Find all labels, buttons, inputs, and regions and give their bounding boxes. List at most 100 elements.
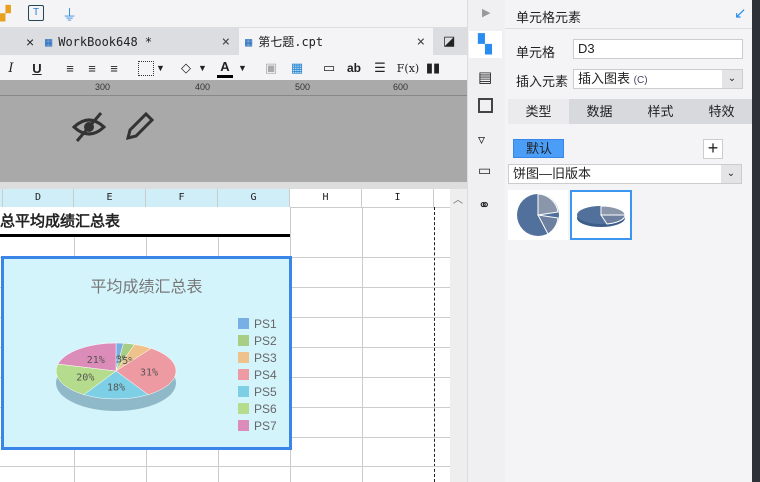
pie-3d-option[interactable]	[570, 190, 632, 240]
title-cell[interactable]: 总平均成绩汇总表	[0, 207, 290, 237]
legend-swatch	[238, 318, 249, 329]
properties-panel: 单元格元素 ↙ 单元格 D3 插入元素 插入图表 (C) ⌄ 类型 数据 样式 …	[505, 0, 752, 482]
italic-button[interactable]: I	[4, 58, 18, 78]
legend-label: PS1	[254, 316, 277, 331]
cell-element-tab[interactable]: ▚	[469, 31, 502, 58]
column-header[interactable]: E	[74, 189, 146, 207]
legend-label: PS5	[254, 384, 277, 399]
vertical-scrollbar[interactable]: ︿	[450, 189, 467, 482]
legend-label: PS4	[254, 367, 277, 382]
sheet-icon: ▦	[245, 34, 253, 49]
brush-icon[interactable]: ▞	[0, 5, 11, 22]
plugin-icon[interactable]: ⏚	[62, 4, 77, 25]
close-tab-icon[interactable]: ×	[26, 34, 34, 50]
column-header[interactable]: H	[290, 189, 362, 207]
collapse-arrow-icon[interactable]: ↙	[734, 4, 747, 22]
cell-input[interactable]: D3	[573, 39, 743, 59]
eye-slash-icon[interactable]	[72, 111, 106, 143]
legend-swatch	[238, 403, 249, 414]
chevron-down-icon[interactable]: ⌄	[722, 70, 742, 88]
column-header[interactable]: G	[218, 189, 290, 207]
default-button[interactable]: 默认	[513, 139, 564, 158]
textbox-icon[interactable]: ▭	[321, 58, 337, 78]
legend-label: PS6	[254, 401, 277, 416]
legend-swatch	[238, 335, 249, 346]
chart-cell[interactable]: 平均成绩汇总表 2% 3% 5% 31% 18% 20% 21% PS1 PS2 PS3 PS4 P…	[1, 256, 292, 450]
tab-menu-icon[interactable]: ◪	[443, 33, 455, 49]
pie-data-label: 20%	[76, 373, 94, 384]
legend-item[interactable]: PS3	[238, 349, 277, 366]
paragraph-icon[interactable]: ☰	[373, 58, 387, 78]
pie-3d-thumbnail-icon	[577, 205, 626, 227]
pie-data-label: 18%	[107, 382, 125, 393]
legend-item[interactable]: PS5	[238, 383, 277, 400]
pie-2d-option[interactable]	[508, 190, 568, 240]
underline-button[interactable]: U	[30, 58, 44, 78]
legend-swatch	[238, 369, 249, 380]
legend-item[interactable]: PS1	[238, 315, 277, 332]
ruler-tick: 600	[393, 82, 409, 92]
expand-arrow-icon[interactable]: ▶	[482, 6, 490, 19]
chart-type-select[interactable]: 饼图—旧版本 ⌄	[508, 164, 742, 184]
scroll-up-icon[interactable]: ︿	[453, 191, 463, 206]
merge-cells-icon[interactable]: ▣	[264, 58, 278, 78]
align-center-icon[interactable]: ≡	[84, 58, 100, 78]
chevron-down-icon[interactable]: ▼	[198, 58, 207, 78]
close-tab-icon[interactable]: ×	[417, 34, 425, 50]
chevron-down-icon[interactable]: ⌄	[721, 165, 741, 183]
chevron-down-icon[interactable]: ▼	[156, 58, 165, 78]
insert-element-select[interactable]: 插入图表 (C) ⌄	[573, 69, 743, 89]
column-header[interactable]: I	[362, 189, 434, 207]
sheet-icon: ▦	[45, 34, 53, 49]
tab-active[interactable]: ▦ 第七题.cpt ×	[239, 28, 433, 55]
pie-data-label: 31%	[140, 367, 158, 378]
font-color-icon[interactable]: A	[217, 58, 233, 78]
cell-label: 单元格	[516, 45, 556, 60]
ruler-tick: 300	[95, 82, 111, 92]
ruler: 300 400 500 600	[0, 80, 467, 96]
cell-attribute-icon[interactable]: ▤	[478, 68, 496, 86]
chart-type-value: 饼图—旧版本	[513, 166, 592, 181]
legend-item[interactable]: PS6	[238, 400, 277, 417]
legend-item[interactable]: PS7	[238, 417, 277, 434]
legend-item[interactable]: PS2	[238, 332, 277, 349]
tab-type[interactable]: 类型	[508, 99, 569, 124]
tab-data[interactable]: 数据	[569, 99, 630, 124]
tab-style[interactable]: 样式	[630, 99, 691, 124]
legend-swatch	[238, 420, 249, 431]
grid-icon: ▚	[478, 34, 492, 54]
page-break-line	[434, 207, 435, 482]
border-icon[interactable]	[138, 61, 154, 76]
chart-icon[interactable]: ▮▮	[425, 58, 441, 78]
tab-bar: × ▦ WorkBook648 * × ▦ 第七题.cpt × ◪	[0, 28, 467, 55]
border-settings-icon[interactable]	[478, 98, 493, 113]
chevron-down-icon[interactable]: ▼	[238, 58, 247, 78]
close-tab-icon[interactable]: ×	[222, 34, 230, 50]
tab-label: 第七题.cpt	[258, 35, 324, 49]
pencil-icon[interactable]	[124, 112, 156, 142]
form-icon[interactable]: ▭	[478, 162, 496, 180]
column-header[interactable]: D	[3, 189, 74, 207]
widget-icon[interactable]: ▿	[478, 131, 496, 149]
pie-data-label: 21%	[87, 355, 105, 366]
table-grid-icon[interactable]: ▦	[289, 58, 305, 78]
chart-legend: PS1 PS2 PS3 PS4 PS5 PS6 PS7	[238, 315, 277, 434]
add-button[interactable]: +	[703, 139, 723, 159]
legend-item[interactable]: PS4	[238, 366, 277, 383]
text-button[interactable]: ab	[346, 58, 362, 78]
align-right-icon[interactable]: ≡	[106, 58, 122, 78]
insert-label: 插入元素	[516, 74, 569, 89]
link-icon[interactable]: ⚭	[478, 196, 496, 214]
pie-thumbnail-icon	[517, 193, 559, 236]
legend-label: PS3	[254, 350, 277, 365]
tab-workbook[interactable]: ▦ WorkBook648 * ×	[45, 28, 238, 55]
hotkey: (C)	[633, 75, 648, 86]
pie-chart: 2%3%5%31%18%20%21%	[55, 342, 177, 411]
chart-title: 平均成绩汇总表	[90, 279, 203, 296]
tab-effects[interactable]: 特效	[691, 99, 752, 124]
formula-button[interactable]: F(x)	[397, 58, 419, 78]
fill-color-icon[interactable]: ◇	[178, 58, 194, 78]
column-header[interactable]: F	[146, 189, 218, 207]
text-search-icon[interactable]: T	[28, 5, 44, 21]
align-left-icon[interactable]: ≡	[62, 58, 78, 78]
